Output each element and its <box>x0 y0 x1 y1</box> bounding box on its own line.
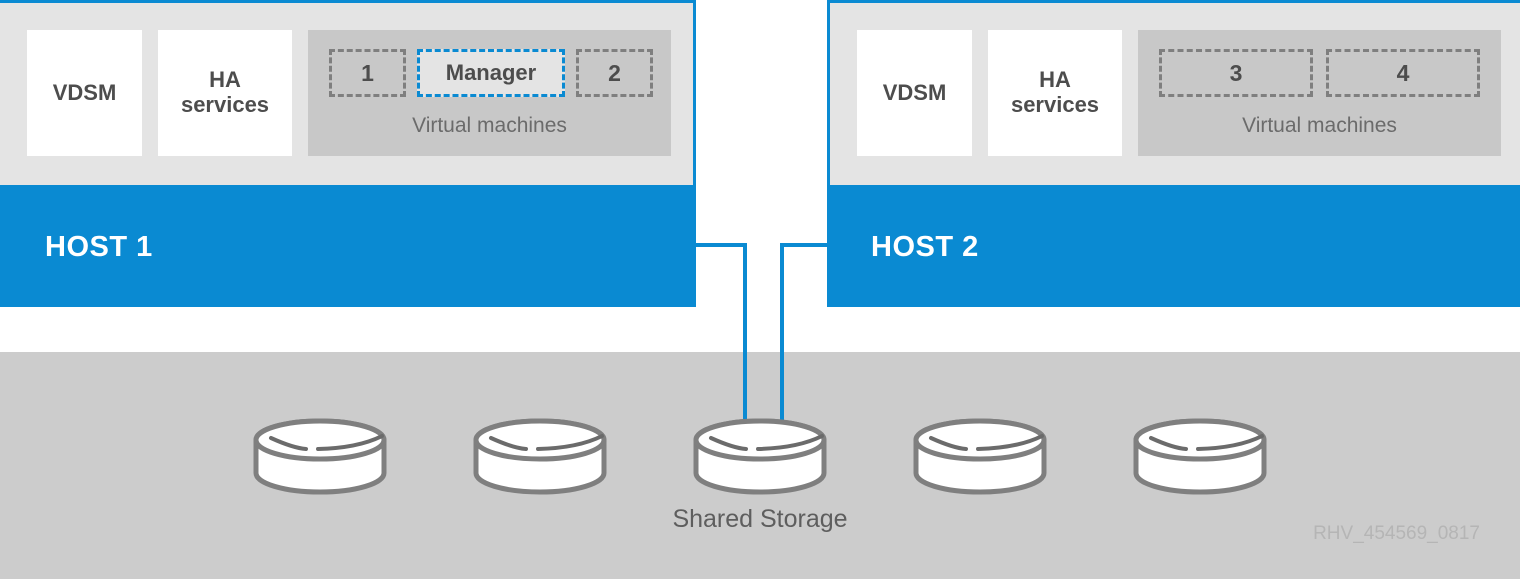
host-1-vm-2-label: 2 <box>608 59 621 86</box>
host-2-vm-container: 3 4 Virtual machines <box>1138 30 1501 156</box>
shared-storage-area <box>0 352 1520 579</box>
host-1-panel: VDSM HA services 1 Manager 2 Virtual mac… <box>0 0 696 188</box>
host-2-bar-label: HOST 2 <box>871 231 979 263</box>
host-1-vm-manager-label: Manager <box>445 60 537 85</box>
shared-storage-caption: Shared Storage <box>672 505 848 533</box>
host-2-vm-3-label: 3 <box>1229 59 1243 86</box>
host-2-vm-4-label: 4 <box>1396 59 1410 86</box>
host-2-bar: HOST 2 <box>827 188 1520 307</box>
host-1-bar-label: HOST 1 <box>45 231 153 263</box>
host-1-vm-1-label: 1 <box>361 59 374 86</box>
host-1-bar: HOST 1 <box>0 188 696 307</box>
host-2-vdsm-label: VDSM <box>882 79 947 105</box>
host-2-vdsm-box: VDSM <box>857 30 972 156</box>
host-1-ha-services-label-line1: HA <box>209 67 241 93</box>
host-1-ha-services-label-line2: services <box>180 92 270 117</box>
host-2-vm-3: 3 <box>1159 49 1313 97</box>
host-1-ha-services-box: HA services <box>158 30 292 156</box>
watermark-label: RHV_454569_0817 <box>1313 523 1480 544</box>
host-2-ha-services-box: HA services <box>988 30 1122 156</box>
host-2-vm-4: 4 <box>1326 49 1480 97</box>
host-1-vdsm-label: VDSM <box>52 79 117 105</box>
host-1-vdsm-box: VDSM <box>27 30 142 156</box>
host-1-vm-2: 2 <box>576 49 653 97</box>
host-1-vm-caption: Virtual machines <box>412 114 567 137</box>
host-1-vm-manager: Manager <box>417 49 565 97</box>
host-2-vm-caption: Virtual machines <box>1242 114 1397 137</box>
host-2-ha-services-label-line2: services <box>1010 92 1100 117</box>
host-1-vm-container: 1 Manager 2 Virtual machines <box>308 30 671 156</box>
diagram-canvas: VDSM HA services 1 Manager 2 Virtual mac… <box>0 0 1520 579</box>
host-1-vm-1: 1 <box>329 49 406 97</box>
host-2-panel: VDSM HA services 3 4 Virtual machines <box>827 0 1520 188</box>
host-2-ha-services-label-line1: HA <box>1039 67 1071 93</box>
